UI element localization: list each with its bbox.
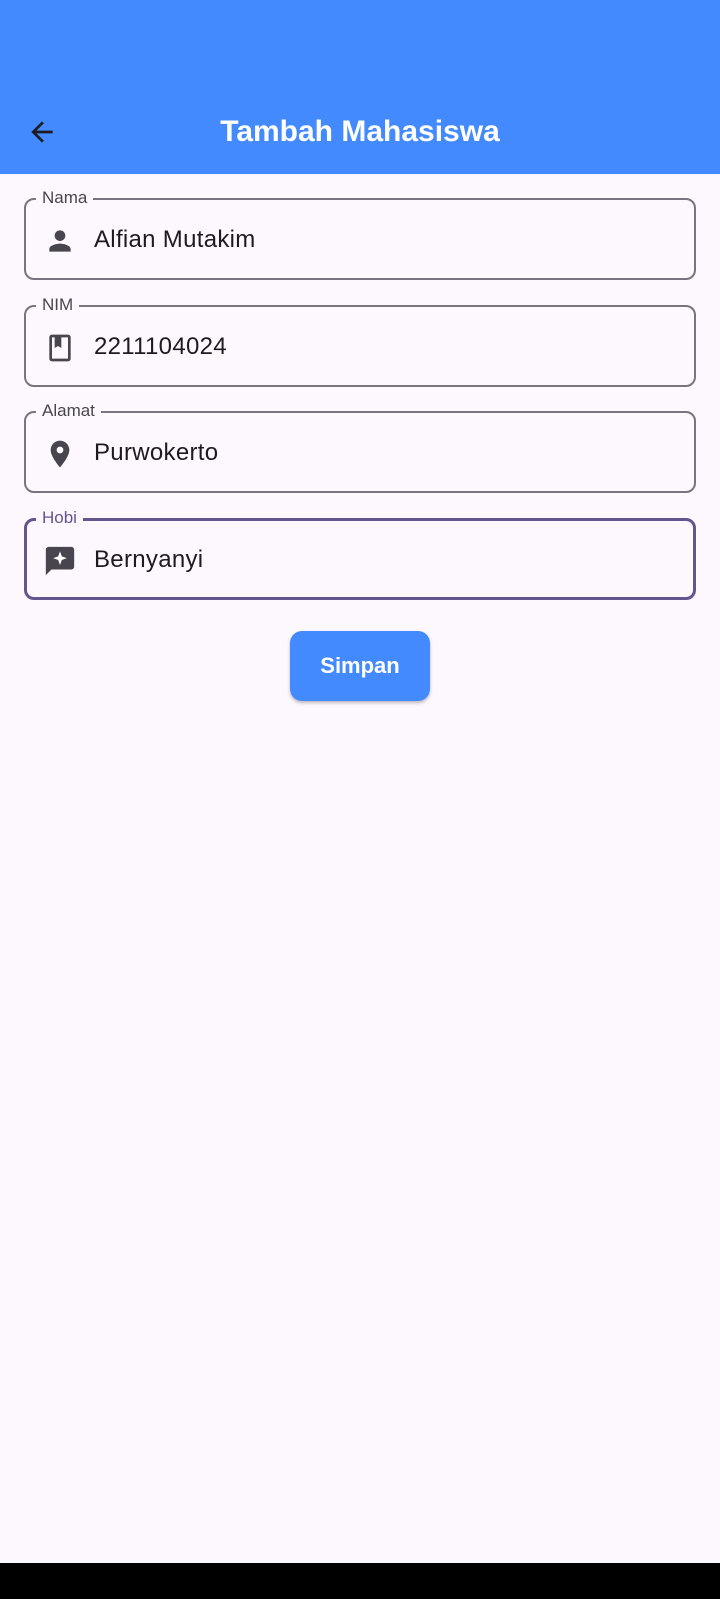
chat-sparkle-icon: [42, 543, 78, 579]
name-field-label: Nama: [36, 188, 94, 208]
nim-field[interactable]: NIM 2211104024: [24, 295, 696, 387]
person-icon: [42, 223, 78, 259]
hobby-field[interactable]: Hobi Bernyanyi: [24, 508, 696, 600]
name-input[interactable]: Alfian Mutakim: [94, 222, 256, 258]
name-field[interactable]: Nama Alfian Mutakim: [24, 188, 696, 280]
address-input[interactable]: Purwokerto: [94, 435, 218, 471]
save-button[interactable]: Simpan: [290, 631, 430, 701]
hobby-input[interactable]: Bernyanyi: [94, 542, 203, 578]
system-navigation-bar: [0, 1563, 720, 1599]
nim-field-label: NIM: [36, 295, 80, 315]
address-field[interactable]: Alamat Purwokerto: [24, 401, 696, 493]
hobby-field-label: Hobi: [36, 508, 83, 528]
book-icon: [42, 330, 78, 366]
app-bar: Tambah Mahasiswa: [0, 0, 720, 174]
page-title: Tambah Mahasiswa: [220, 115, 500, 148]
location-pin-icon: [42, 436, 78, 472]
nim-input[interactable]: 2211104024: [94, 329, 227, 365]
address-field-label: Alamat: [36, 401, 101, 421]
